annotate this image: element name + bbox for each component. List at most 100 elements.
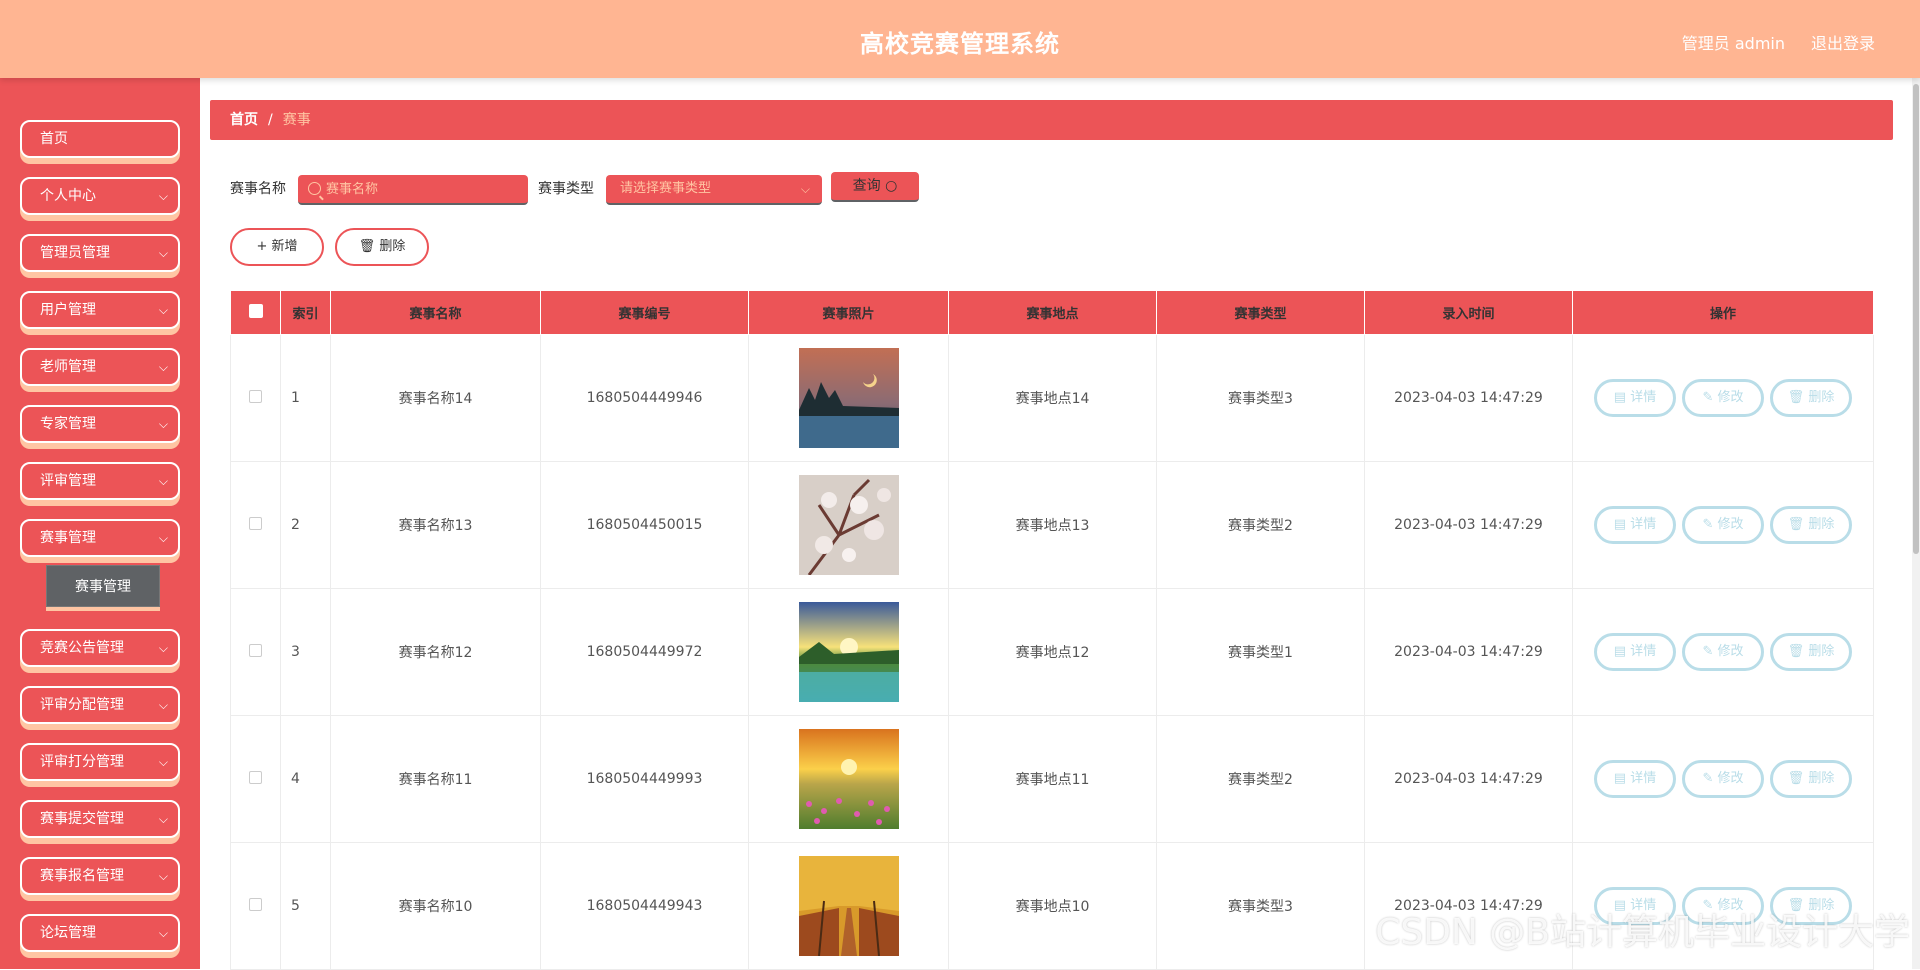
edit-button[interactable]: ✎ 修改: [1682, 379, 1764, 417]
table-row: 1 赛事名称14 1680504449946 赛事地点14 赛事类型3 2023…: [231, 335, 1874, 462]
pencil-icon: ✎: [1702, 771, 1713, 786]
sidebar-item-profile[interactable]: 个人中心⌵: [20, 177, 180, 215]
sidebar-item-review-assign[interactable]: 评审分配管理⌵: [20, 686, 180, 724]
event-place: 赛事地点14: [949, 335, 1157, 462]
sidebar-item-review-score[interactable]: 评审打分管理⌵: [20, 743, 180, 781]
column-header-type: 赛事类型: [1157, 291, 1365, 335]
edit-button[interactable]: ✎ 修改: [1682, 633, 1764, 671]
event-name: 赛事名称10: [331, 843, 541, 970]
watermark: CSDN @B站计算机毕业设计大学: [1375, 903, 1910, 955]
sidebar-item-submissions[interactable]: 赛事提交管理⌵: [20, 800, 180, 838]
sidebar-item-events[interactable]: 赛事管理⌵: [20, 519, 180, 557]
event-time: 2023-04-03 14:47:29: [1365, 716, 1573, 843]
detail-button[interactable]: ▤ 详情: [1594, 760, 1676, 798]
row-delete-button[interactable]: 🗑 删除: [1770, 760, 1852, 798]
search-icon: ○: [885, 178, 897, 194]
event-type: 赛事类型3: [1157, 335, 1365, 462]
chevron-down-icon: ⌵: [159, 631, 168, 665]
event-photo-sunrise-lake[interactable]: [799, 602, 899, 702]
event-type: 赛事类型2: [1157, 462, 1365, 589]
detail-button[interactable]: ▤ 详情: [1594, 633, 1676, 671]
edit-label: 修改: [1718, 390, 1744, 405]
chevron-down-icon: ⌵: [801, 175, 810, 203]
event-photo-autumn-road[interactable]: [799, 856, 899, 956]
event-place: 赛事地点11: [949, 716, 1157, 843]
chevron-down-icon: ⌵: [159, 407, 168, 441]
event-photo-blossom[interactable]: [799, 475, 899, 575]
sidebar-item-home[interactable]: 首页: [20, 120, 180, 158]
sidebar-item-label: 竞赛公告管理: [40, 640, 124, 656]
event-photo-lake-night[interactable]: [799, 348, 899, 448]
chevron-down-icon: ⌵: [159, 350, 168, 384]
event-photo-flower-field[interactable]: [799, 729, 899, 829]
row-checkbox[interactable]: [249, 390, 262, 403]
row-delete-label: 删除: [1808, 771, 1834, 786]
sidebar-item-label: 评审打分管理: [40, 754, 124, 770]
breadcrumb-home[interactable]: 首页: [230, 112, 258, 128]
event-code: 1680504449943: [541, 843, 749, 970]
event-time: 2023-04-03 14:47:29: [1365, 589, 1573, 716]
sidebar-item-reviews[interactable]: 评审管理⌵: [20, 462, 180, 500]
sidebar-item-label: 评审分配管理: [40, 697, 124, 713]
plus-icon: +: [256, 239, 267, 254]
page-scrollbar[interactable]: [1912, 78, 1920, 969]
row-index: 3: [281, 589, 331, 716]
document-icon: ▤: [1614, 771, 1626, 786]
detail-label: 详情: [1630, 517, 1656, 532]
sidebar-item-forum[interactable]: 论坛管理⌵: [20, 914, 180, 952]
row-delete-button[interactable]: 🗑 删除: [1770, 633, 1852, 671]
sidebar-item-registrations[interactable]: 赛事报名管理⌵: [20, 857, 180, 895]
detail-label: 详情: [1630, 771, 1656, 786]
row-checkbox[interactable]: [249, 517, 262, 530]
sidebar-item-label: 首页: [40, 131, 68, 147]
detail-button[interactable]: ▤ 详情: [1594, 506, 1676, 544]
row-checkbox[interactable]: [249, 771, 262, 784]
detail-button[interactable]: ▤ 详情: [1594, 379, 1676, 417]
sidebar-item-teachers[interactable]: 老师管理 ⌵: [20, 348, 180, 386]
add-button-label: 新增: [272, 239, 298, 254]
sidebar-item-label: 老师管理: [40, 359, 96, 375]
event-name: 赛事名称12: [331, 589, 541, 716]
edit-button[interactable]: ✎ 修改: [1682, 506, 1764, 544]
trash-icon: 🗑: [1788, 517, 1805, 532]
event-type: 赛事类型3: [1157, 843, 1365, 970]
row-delete-button[interactable]: 🗑 删除: [1770, 379, 1852, 417]
sidebar-item-label: 个人中心: [40, 188, 96, 204]
select-all-checkbox[interactable]: [249, 304, 263, 318]
select-all-cell[interactable]: [231, 291, 281, 335]
sidebar-subitem-events[interactable]: 赛事管理: [46, 565, 160, 607]
event-name-label: 赛事名称: [230, 178, 286, 198]
pencil-icon: ✎: [1702, 390, 1713, 405]
row-delete-button[interactable]: 🗑 删除: [1770, 506, 1852, 544]
edit-label: 修改: [1718, 771, 1744, 786]
chevron-down-icon: ⌵: [159, 802, 168, 836]
column-header-place: 赛事地点: [949, 291, 1157, 335]
row-index: 4: [281, 716, 331, 843]
row-checkbox[interactable]: [249, 644, 262, 657]
sidebar-item-label: 专家管理: [40, 416, 96, 432]
logout-link[interactable]: 退出登录: [1811, 30, 1875, 54]
add-button[interactable]: + 新增: [230, 228, 324, 266]
event-code: 1680504449972: [541, 589, 749, 716]
delete-button[interactable]: 🗑 删除: [335, 228, 429, 266]
sidebar: 首页 个人中心⌵ 管理员管理⌵ 用户管理⌵ 老师管理⌵ 专家管理⌵ 评审管理⌵ …: [0, 78, 200, 969]
event-code: 1680504450015: [541, 462, 749, 589]
sidebar-item-experts[interactable]: 专家管理 ⌵: [20, 405, 180, 443]
event-type-select[interactable]: 请选择赛事类型 ⌵: [606, 175, 822, 205]
event-type-label: 赛事类型: [538, 178, 594, 198]
scrollbar-thumb[interactable]: [1913, 84, 1919, 554]
edit-button[interactable]: ✎ 修改: [1682, 760, 1764, 798]
table-header: 索引 赛事名称 赛事编号 赛事照片 赛事地点 赛事类型 录入时间 操作: [231, 291, 1874, 335]
app-title: 高校竞赛管理系统: [0, 24, 1920, 59]
sidebar-item-admins[interactable]: 管理员管理⌵: [20, 234, 180, 272]
query-button[interactable]: 查询 ○: [831, 172, 919, 202]
row-checkbox[interactable]: [249, 898, 262, 911]
pencil-icon: ✎: [1702, 517, 1713, 532]
sidebar-item-users[interactable]: 用户管理⌵: [20, 291, 180, 329]
event-name-input[interactable]: [326, 175, 526, 203]
event-name-search[interactable]: [298, 175, 528, 205]
trash-icon: 🗑: [1788, 390, 1805, 405]
pencil-icon: ✎: [1702, 644, 1713, 659]
row-index: 2: [281, 462, 331, 589]
sidebar-item-announcements[interactable]: 竞赛公告管理 ⌵: [20, 629, 180, 667]
